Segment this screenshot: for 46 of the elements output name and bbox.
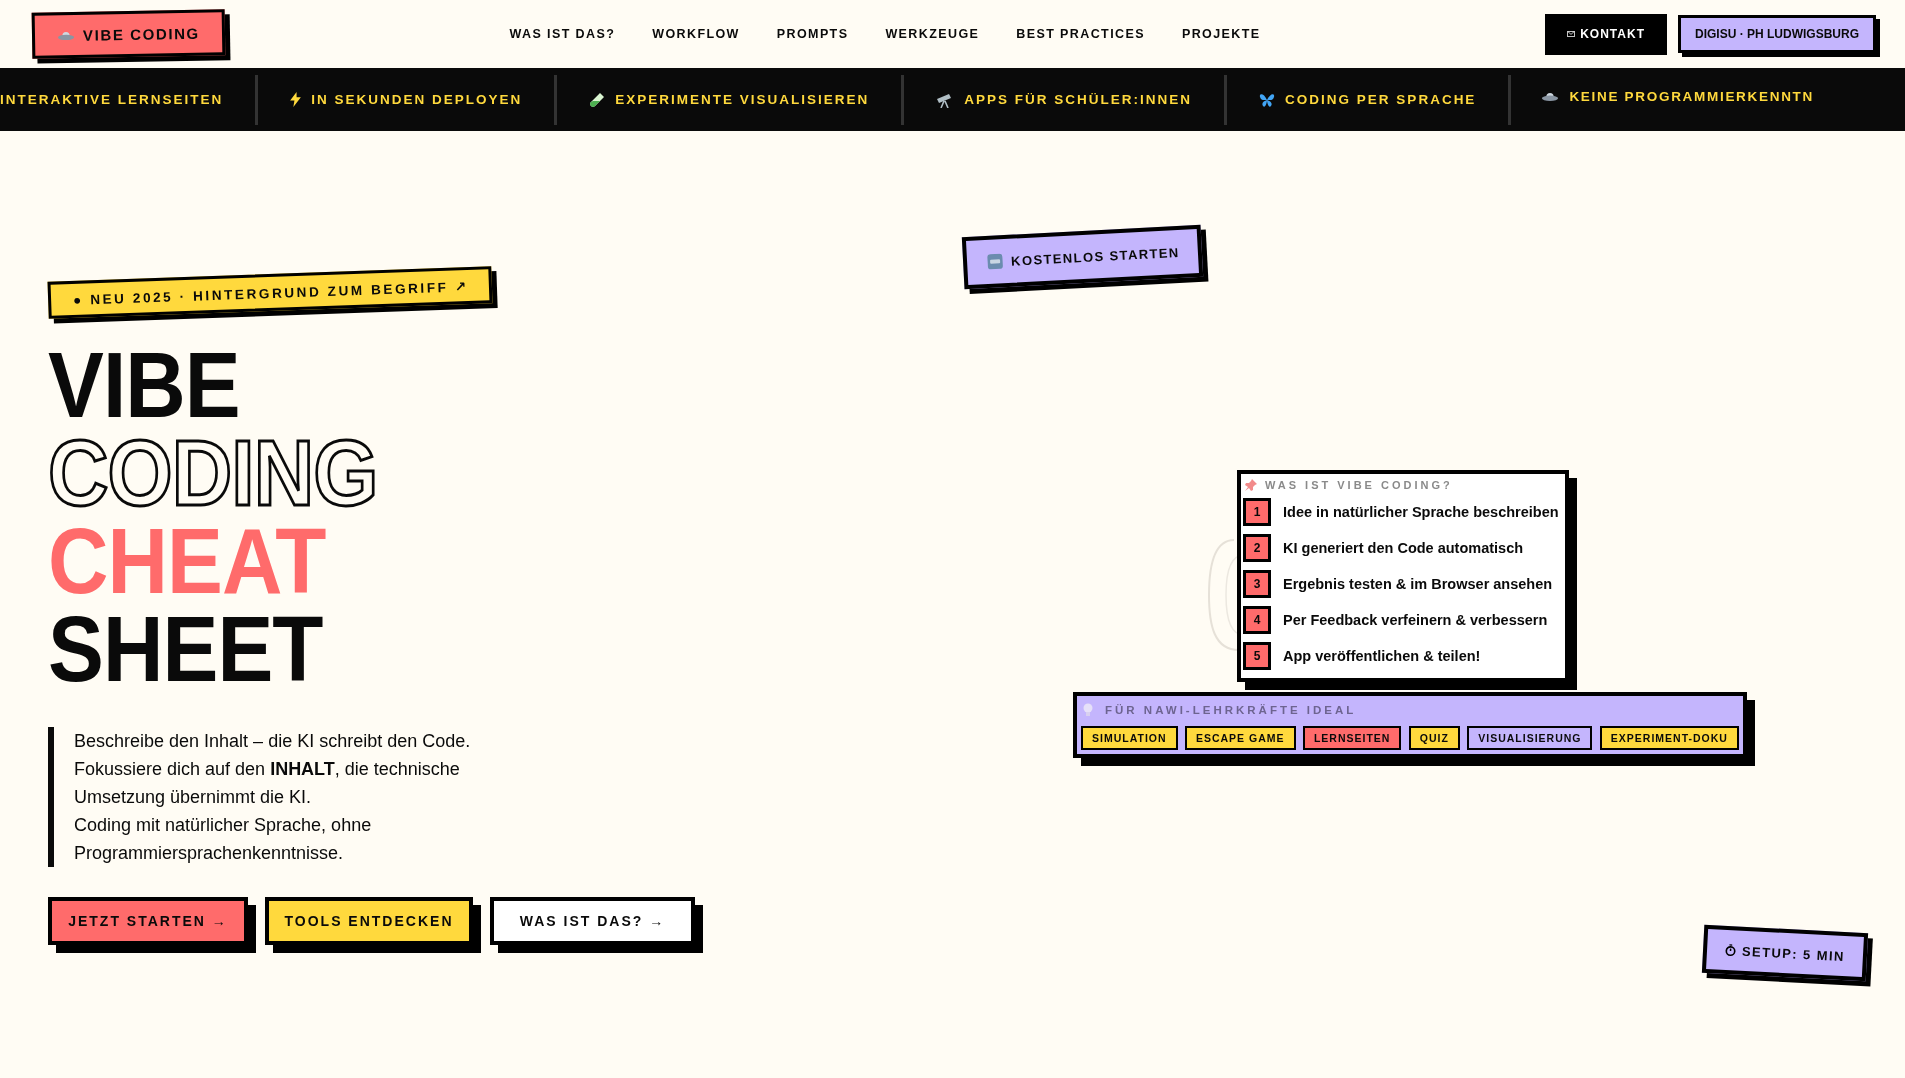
use-case-tag: VISUALISIERUNG (1467, 726, 1593, 750)
card-title: WAS IST VIBE CODING? (1265, 479, 1453, 491)
step-text: App veröffentlichen & teilen! (1283, 648, 1482, 664)
headline-line: CODING (48, 429, 378, 517)
headline-line: VIBE (48, 341, 240, 429)
step-number: 2 (1243, 534, 1271, 562)
audience-title: FÜR NAWI-LEHRKRÄFTE IDEAL (1105, 704, 1357, 716)
step-text: Ergebnis testen & im Browser ansehen (1283, 576, 1554, 592)
lightning-icon (290, 92, 302, 107)
use-case-tag: QUIZ (1408, 726, 1460, 750)
free-icon (986, 253, 1004, 270)
pin-icon (1245, 479, 1257, 491)
headline-line: SHEET (48, 605, 323, 693)
ticker-item: INTERAKTIVE LERNSEITEN (0, 92, 224, 107)
ticker-item: IN SEKUNDEN DEPLOYEN (311, 92, 523, 107)
step-text: Per Feedback verfeinern & verbessern (1283, 612, 1549, 628)
ticker-item: EXPERIMENTE VISUALISIEREN (615, 92, 870, 107)
use-case-tag: SIMULATION (1081, 726, 1178, 750)
ticker-item: CODING PER SPRACHE (1285, 92, 1477, 107)
step-text: KI generiert den Code automatisch (1283, 540, 1525, 556)
headline-line: CHEAT (48, 517, 326, 605)
lightbulb-icon (1083, 703, 1093, 717)
step-number: 4 (1243, 606, 1271, 634)
mail-icon (1567, 31, 1576, 37)
step-number: 3 (1243, 570, 1271, 598)
nav-link[interactable]: PROJEKTE (1181, 27, 1261, 41)
nav-link[interactable]: PROMPTS (776, 27, 849, 41)
use-case-tag: EXPERIMENT-DOKU (1599, 726, 1739, 750)
nav-link[interactable]: WERKZEUGE (885, 27, 980, 41)
use-case-tag: LERNSEITEN (1302, 726, 1402, 750)
use-case-tag: ESCAPE GAME (1184, 726, 1296, 750)
nav-link[interactable]: WAS IST DAS? (509, 27, 616, 41)
nav-link[interactable]: BEST PRACTICES (1016, 27, 1145, 41)
stopwatch-icon (1724, 943, 1737, 957)
intro-paragraph: Coding mit natürlicher Sprache, ohne Programmiersprachenkenntnisse. (74, 814, 373, 865)
test-tube-icon (589, 91, 606, 108)
contact-button[interactable]: KONTAKT (1545, 13, 1667, 55)
intro-paragraph: Beschreibe den Inhalt – die KI schreibt den Code. (74, 730, 472, 753)
step-text: Idee in natürlicher Sprache beschreiben (1283, 504, 1560, 520)
ticker-item: KEINE PROGRAMMIERKENNTN (1569, 89, 1814, 104)
step-number: 1 (1243, 498, 1271, 526)
intro-paragraph: Fokussiere dich auf den INHALT, die technische Umsetzung übernimmt die KI. (74, 758, 461, 809)
butterfly-icon (1259, 92, 1276, 107)
ticker-item: APPS FÜR SCHÜLER:INNEN (964, 92, 1193, 107)
nav-link[interactable]: WORKFLOW (652, 27, 740, 41)
step-number: 5 (1243, 642, 1271, 670)
